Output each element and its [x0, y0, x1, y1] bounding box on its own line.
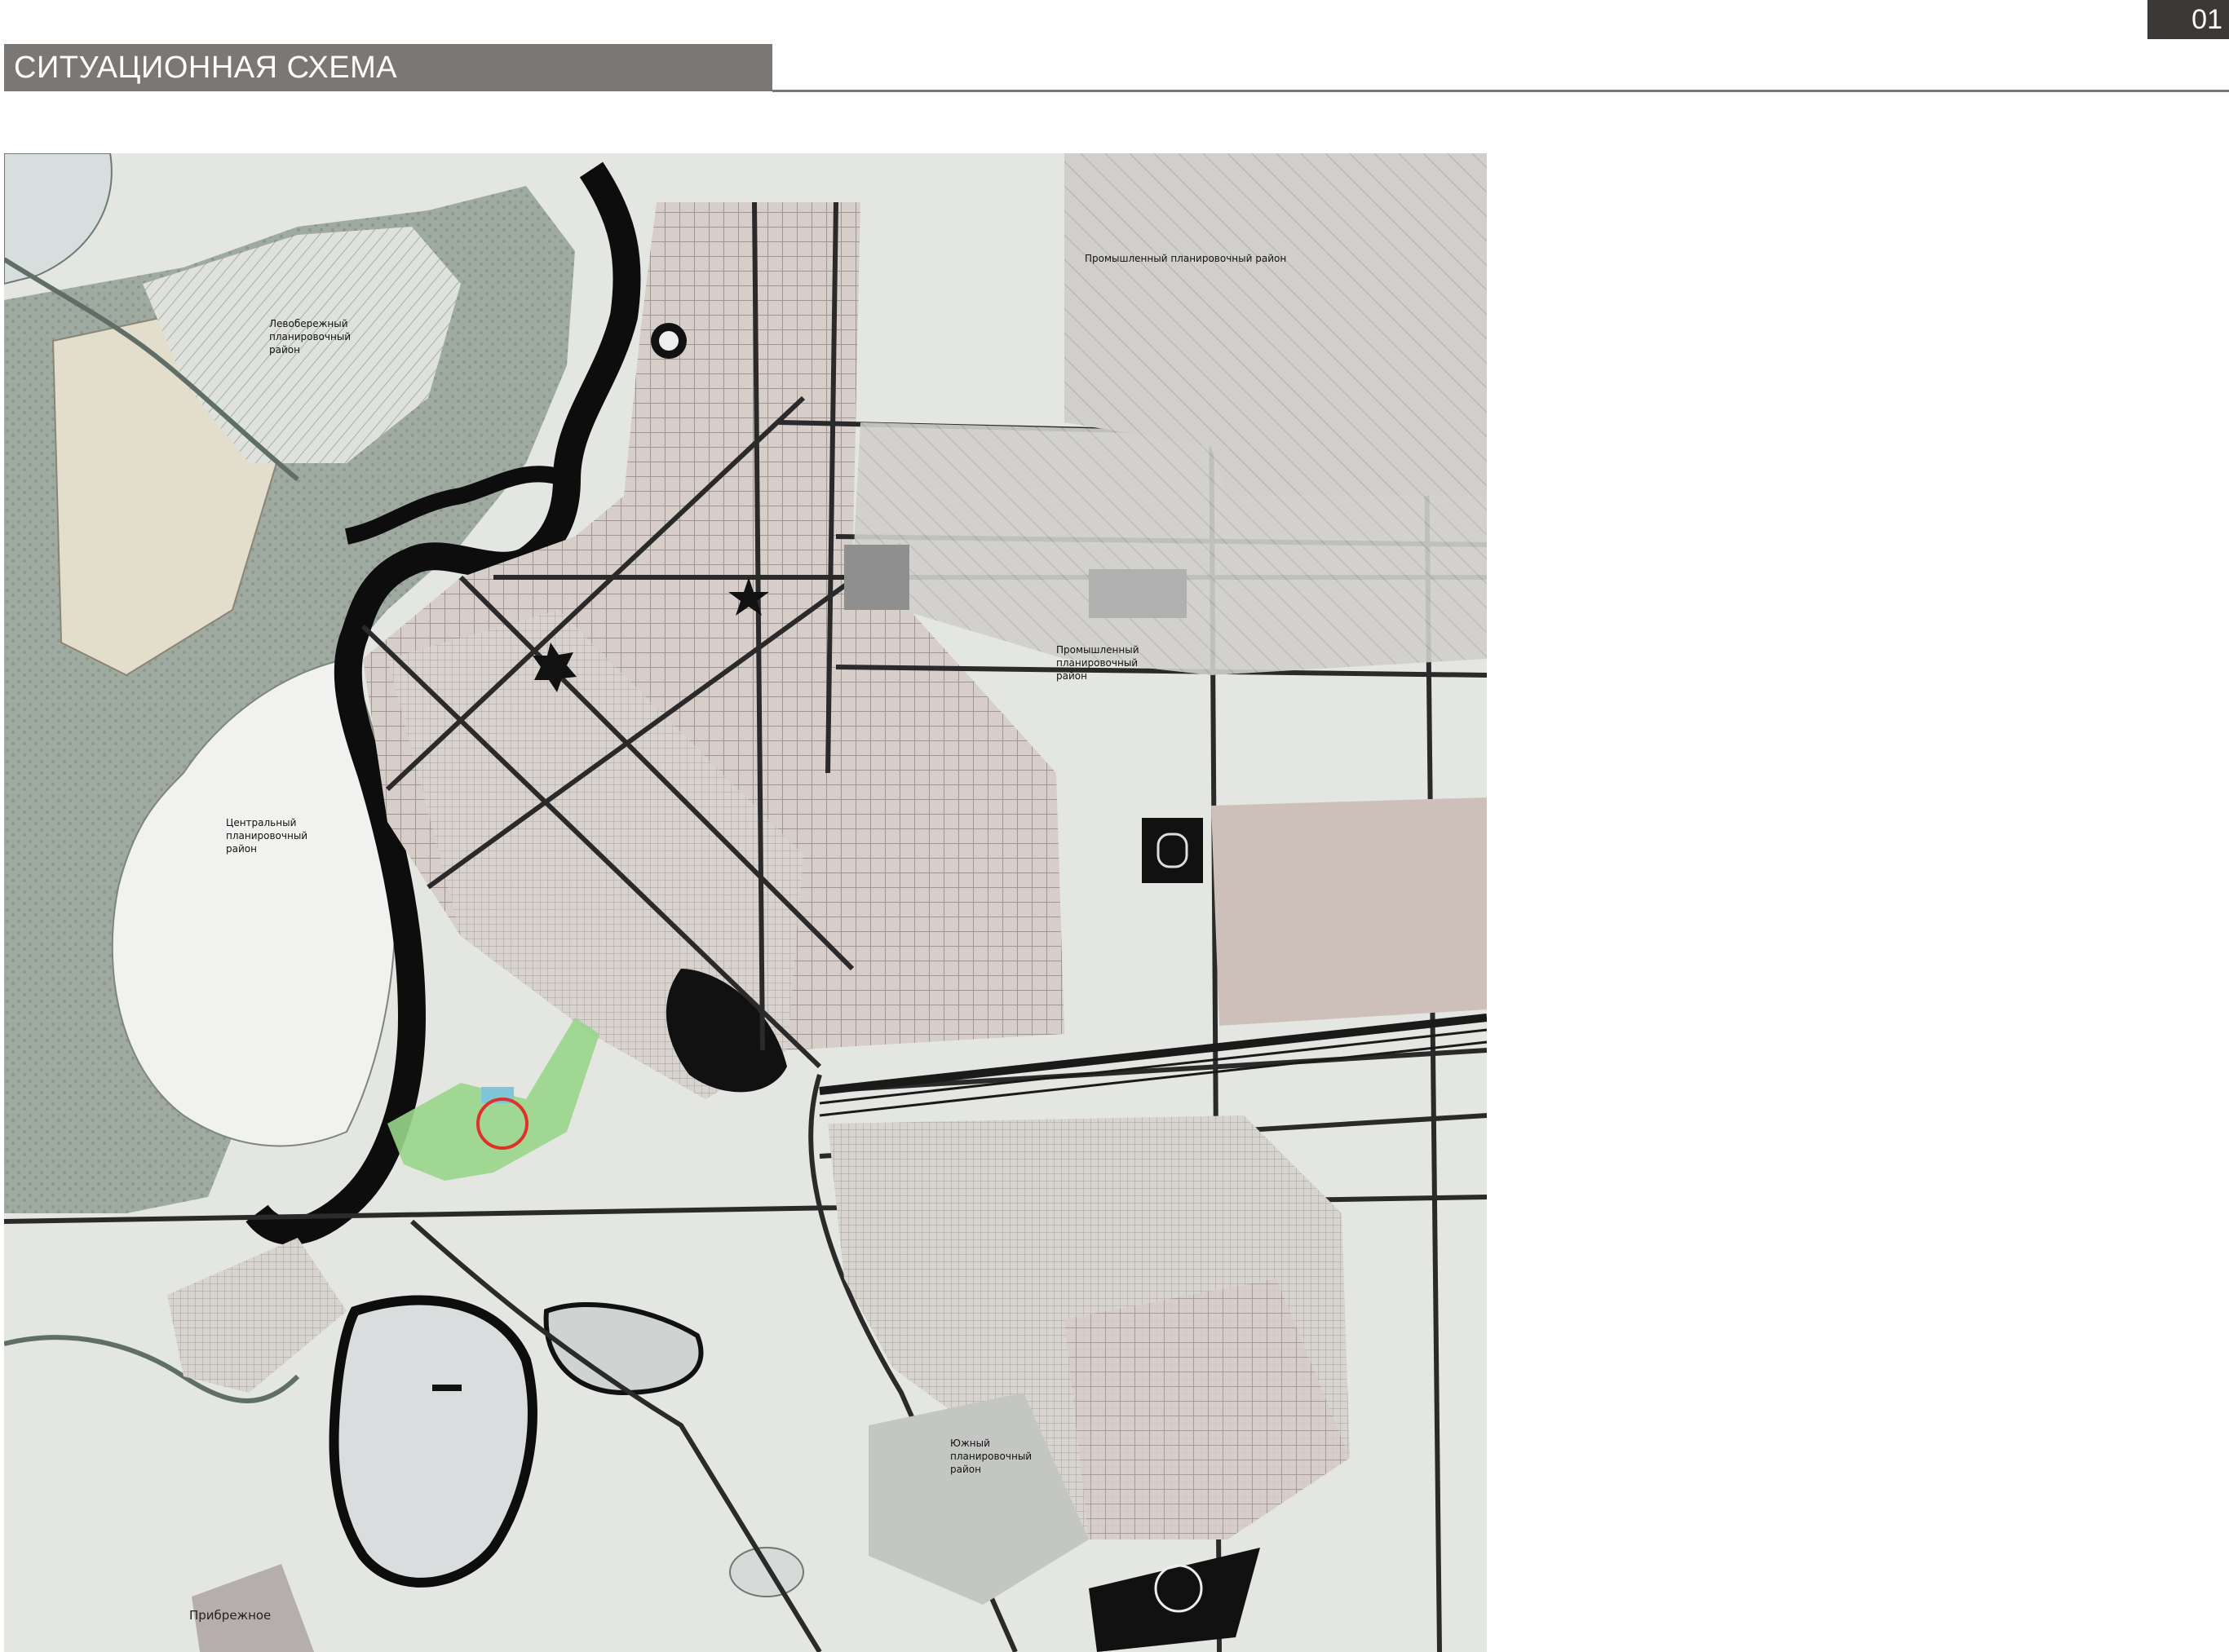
north-stadium-field [659, 331, 679, 351]
page-title: СИТУАЦИОННАЯ СХЕМА [4, 44, 772, 91]
label-pribrezhnoe: Прибрежное [189, 1608, 271, 1623]
title-divider [772, 90, 2229, 92]
page-number-badge: 01 [2147, 0, 2229, 39]
stadium-block [1142, 818, 1203, 883]
label-industrial-north: Промышленный планировочный район [1085, 253, 1286, 264]
industrial-block [1089, 569, 1187, 618]
lake-pier [432, 1385, 462, 1391]
map-canvas: Левобережный планировочный район Централ… [4, 153, 1487, 1652]
pond-south [729, 1547, 804, 1597]
industrial-grid-block [844, 545, 909, 610]
south-west-lake [329, 1295, 537, 1588]
situational-map: Левобережный планировочный район Централ… [4, 153, 1487, 1652]
east-residential [1211, 797, 1487, 1026]
